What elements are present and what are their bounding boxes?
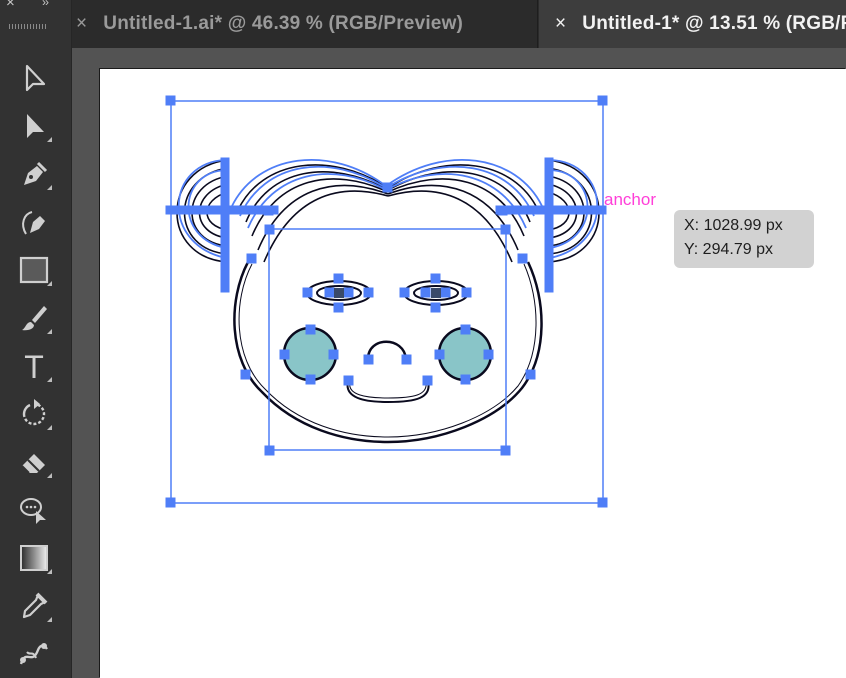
hair-rail-left[interactable] bbox=[220, 157, 230, 293]
hair-handle-left[interactable] bbox=[165, 205, 279, 215]
cheek-left[interactable] bbox=[282, 326, 338, 382]
mouth[interactable] bbox=[346, 380, 430, 404]
smart-guide-label: anchor bbox=[604, 190, 656, 209]
hair-handle-right[interactable] bbox=[495, 205, 607, 215]
eye-center-left[interactable] bbox=[334, 288, 344, 298]
tooltip-y-value: Y: 294.79 px bbox=[684, 241, 773, 258]
cheek-right[interactable] bbox=[437, 326, 493, 382]
tooltip-x-value: X: 1028.99 px bbox=[684, 217, 783, 234]
mouth-inner bbox=[349, 381, 427, 399]
hair-strands[interactable] bbox=[237, 164, 539, 263]
artwork-layer[interactable] bbox=[0, 0, 846, 678]
coordinate-tooltip: X: 1028.99 px Y: 294.79 px bbox=[674, 210, 814, 268]
nose[interactable] bbox=[366, 340, 408, 360]
hair-rail-right[interactable] bbox=[544, 157, 554, 293]
face-artwork[interactable] bbox=[176, 159, 600, 444]
eye-center-right[interactable] bbox=[431, 288, 441, 298]
